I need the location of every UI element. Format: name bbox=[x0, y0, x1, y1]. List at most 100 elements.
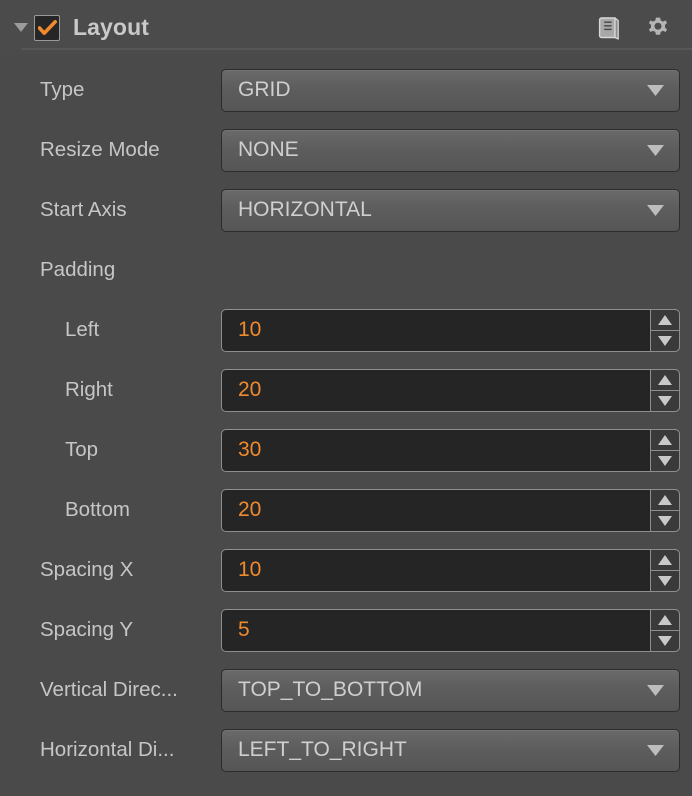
stepper-up-arrow-button-spacing-x[interactable] bbox=[651, 550, 679, 571]
property-label-vertical-direction: Vertical Direc... bbox=[40, 678, 178, 701]
property-field-wrap-spacing-y: 5 bbox=[221, 608, 680, 652]
property-label-horizontal-direction: Horizontal Di... bbox=[40, 738, 175, 761]
property-label-padding-right: Right bbox=[65, 378, 113, 401]
stepper-spacing-y bbox=[650, 608, 680, 652]
component-enabled-checkbox[interactable] bbox=[34, 14, 60, 41]
stepper-up-arrow-button-spacing-y[interactable] bbox=[651, 610, 679, 631]
dropdown-start-axis[interactable]: HORIZONTAL bbox=[221, 188, 680, 232]
property-row-horizontal-direction: Horizontal Di... LEFT_TO_RIGHT bbox=[0, 720, 692, 780]
property-row-resize-mode: Resize Mode NONE bbox=[0, 120, 692, 180]
stepper-down-arrow-icon bbox=[658, 515, 672, 526]
stepper-up-arrow-icon bbox=[658, 614, 672, 625]
property-row-padding: Padding bbox=[0, 240, 692, 300]
number-value-padding-bottom: 20 bbox=[238, 498, 262, 521]
stepper-down-arrow-icon bbox=[658, 455, 672, 466]
number-value-padding-left: 10 bbox=[238, 318, 262, 341]
dropdown-value-type: GRID bbox=[238, 78, 291, 101]
dropdown-horizontal-direction[interactable]: LEFT_TO_RIGHT bbox=[221, 728, 680, 772]
property-label-start-axis: Start Axis bbox=[40, 198, 127, 221]
property-row-start-axis: Start Axis HORIZONTAL bbox=[0, 180, 692, 240]
property-field-wrap-start-axis: HORIZONTAL bbox=[221, 188, 680, 232]
number-value-padding-top: 30 bbox=[238, 438, 262, 461]
stepper-padding-top bbox=[650, 428, 680, 472]
stepper-up-arrow-icon bbox=[658, 494, 672, 505]
dropdown-vertical-direction[interactable]: TOP_TO_BOTTOM bbox=[221, 668, 680, 712]
property-field-wrap-spacing-x: 10 bbox=[221, 548, 680, 592]
property-field-wrap-padding-right: 20 bbox=[221, 368, 680, 412]
book-icon[interactable] bbox=[598, 16, 620, 40]
property-row-padding-bottom: Bottom 20 bbox=[0, 480, 692, 540]
stepper-down-arrow-icon bbox=[658, 395, 672, 406]
property-label-padding-left: Left bbox=[65, 318, 100, 341]
stepper-down-arrow-icon bbox=[658, 335, 672, 346]
number-input-padding-left[interactable]: 10 bbox=[221, 308, 680, 352]
property-field-wrap-horizontal-direction: LEFT_TO_RIGHT bbox=[221, 728, 680, 772]
property-row-vertical-direction: Vertical Direc... TOP_TO_BOTTOM bbox=[0, 660, 692, 720]
stepper-padding-bottom bbox=[650, 488, 680, 532]
dropdown-type[interactable]: GRID bbox=[221, 68, 680, 112]
number-input-padding-right[interactable]: 20 bbox=[221, 368, 680, 412]
stepper-down-arrow-button-spacing-x[interactable] bbox=[651, 571, 679, 591]
chevron-down-icon bbox=[646, 70, 665, 111]
number-value-padding-right: 20 bbox=[238, 378, 262, 401]
stepper-up-arrow-button-padding-left[interactable] bbox=[651, 310, 679, 331]
stepper-up-arrow-button-padding-top[interactable] bbox=[651, 430, 679, 451]
property-rows: Type GRID Resize Mode NONE Start Axis HORIZON… bbox=[0, 55, 692, 780]
dropdown-value-resize-mode: NONE bbox=[238, 138, 299, 161]
chevron-down-icon bbox=[646, 730, 665, 771]
property-label-padding-bottom: Bottom bbox=[65, 498, 130, 521]
property-field-wrap-resize-mode: NONE bbox=[221, 128, 680, 172]
property-label-spacing-x: Spacing X bbox=[40, 558, 134, 581]
number-input-spacing-x[interactable]: 10 bbox=[221, 548, 680, 592]
property-label-resize-mode: Resize Mode bbox=[40, 138, 160, 161]
property-field-wrap-type: GRID bbox=[221, 68, 680, 112]
stepper-down-arrow-icon bbox=[658, 635, 672, 646]
header-icon-group bbox=[598, 16, 670, 40]
stepper-padding-right bbox=[650, 368, 680, 412]
dropdown-value-vertical-direction: TOP_TO_BOTTOM bbox=[238, 678, 423, 701]
number-input-padding-bottom[interactable]: 20 bbox=[221, 488, 680, 532]
number-value-spacing-x: 10 bbox=[238, 558, 262, 581]
chevron-down-icon bbox=[646, 190, 665, 231]
property-row-padding-left: Left 10 bbox=[0, 300, 692, 360]
foldout-triangle-down-icon[interactable] bbox=[10, 22, 32, 33]
number-input-padding-top[interactable]: 30 bbox=[221, 428, 680, 472]
number-input-spacing-y[interactable]: 5 bbox=[221, 608, 680, 652]
stepper-down-arrow-button-padding-right[interactable] bbox=[651, 391, 679, 411]
dropdown-resize-mode[interactable]: NONE bbox=[221, 128, 680, 172]
stepper-up-arrow-button-padding-right[interactable] bbox=[651, 370, 679, 391]
property-label-spacing-y: Spacing Y bbox=[40, 618, 134, 641]
property-row-type: Type GRID bbox=[0, 60, 692, 120]
property-row-spacing-x: Spacing X 10 bbox=[0, 540, 692, 600]
property-field-wrap-padding-left: 10 bbox=[221, 308, 680, 352]
stepper-down-arrow-button-spacing-y[interactable] bbox=[651, 631, 679, 651]
property-row-padding-right: Right 20 bbox=[0, 360, 692, 420]
property-field-wrap-vertical-direction: TOP_TO_BOTTOM bbox=[221, 668, 680, 712]
property-label-padding: Padding bbox=[40, 258, 116, 281]
header-divider bbox=[22, 48, 692, 50]
stepper-spacing-x bbox=[650, 548, 680, 592]
checkmark-icon bbox=[37, 19, 57, 35]
property-field-wrap-padding-bottom: 20 bbox=[221, 488, 680, 532]
stepper-down-arrow-button-padding-top[interactable] bbox=[651, 451, 679, 471]
page-title: Layout bbox=[73, 14, 149, 40]
property-field-wrap-padding-top: 30 bbox=[221, 428, 680, 472]
stepper-down-arrow-button-padding-bottom[interactable] bbox=[651, 511, 679, 531]
stepper-up-arrow-icon bbox=[658, 374, 672, 385]
stepper-up-arrow-icon bbox=[658, 554, 672, 565]
dropdown-value-start-axis: HORIZONTAL bbox=[238, 198, 372, 221]
stepper-up-arrow-icon bbox=[658, 434, 672, 445]
stepper-down-arrow-icon bbox=[658, 575, 672, 586]
property-label-padding-top: Top bbox=[65, 438, 99, 461]
chevron-down-icon bbox=[646, 130, 665, 171]
stepper-padding-left bbox=[650, 308, 680, 352]
gear-icon[interactable] bbox=[646, 16, 670, 40]
chevron-down-icon bbox=[646, 670, 665, 711]
layout-inspector-panel: Layout Type GRID Resize Mode NONE Start … bbox=[0, 0, 692, 796]
stepper-up-arrow-icon bbox=[658, 314, 672, 325]
stepper-up-arrow-button-padding-bottom[interactable] bbox=[651, 490, 679, 511]
dropdown-value-horizontal-direction: LEFT_TO_RIGHT bbox=[238, 738, 407, 761]
stepper-down-arrow-button-padding-left[interactable] bbox=[651, 331, 679, 351]
component-header: Layout bbox=[0, 0, 692, 55]
property-row-spacing-y: Spacing Y 5 bbox=[0, 600, 692, 660]
